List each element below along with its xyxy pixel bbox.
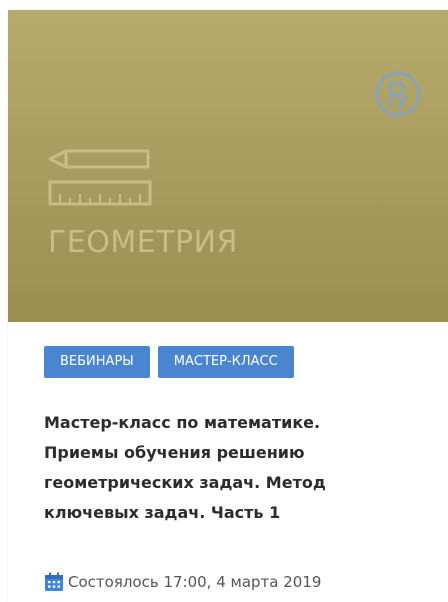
card-title-line: Приемы обучения решению xyxy=(44,443,305,462)
card-title-line: Мастер-класс по математике. xyxy=(44,413,321,432)
card-title[interactable]: Мастер-класс по математике. Приемы обуче… xyxy=(44,408,384,528)
calendar-icon xyxy=(45,572,63,591)
brand-logo-icon xyxy=(375,71,421,117)
webinar-card[interactable]: ГЕОМЕТРИЯ ВЕБИНАРЫ МАСТЕР-КЛАСС Мастер-к… xyxy=(8,10,448,602)
ruler-icon xyxy=(48,180,152,206)
event-date: Состоялось 17:00, 4 марта 2019 xyxy=(68,573,322,591)
card-banner[interactable]: ГЕОМЕТРИЯ xyxy=(8,10,448,322)
tag-master-class[interactable]: МАСТЕР-КЛАСС xyxy=(157,346,294,378)
event-date-row: Состоялось 17:00, 4 марта 2019 xyxy=(44,572,321,592)
subject-label: ГЕОМЕТРИЯ xyxy=(48,225,238,260)
card-title-line: геометрических задач. Метод xyxy=(44,473,326,492)
pencil-icon xyxy=(48,149,150,169)
tag-webinars[interactable]: ВЕБИНАРЫ xyxy=(44,346,150,378)
tag-list: ВЕБИНАРЫ МАСТЕР-КЛАСС xyxy=(44,346,294,378)
card-title-line: ключевых задач. Часть 1 xyxy=(44,503,281,522)
